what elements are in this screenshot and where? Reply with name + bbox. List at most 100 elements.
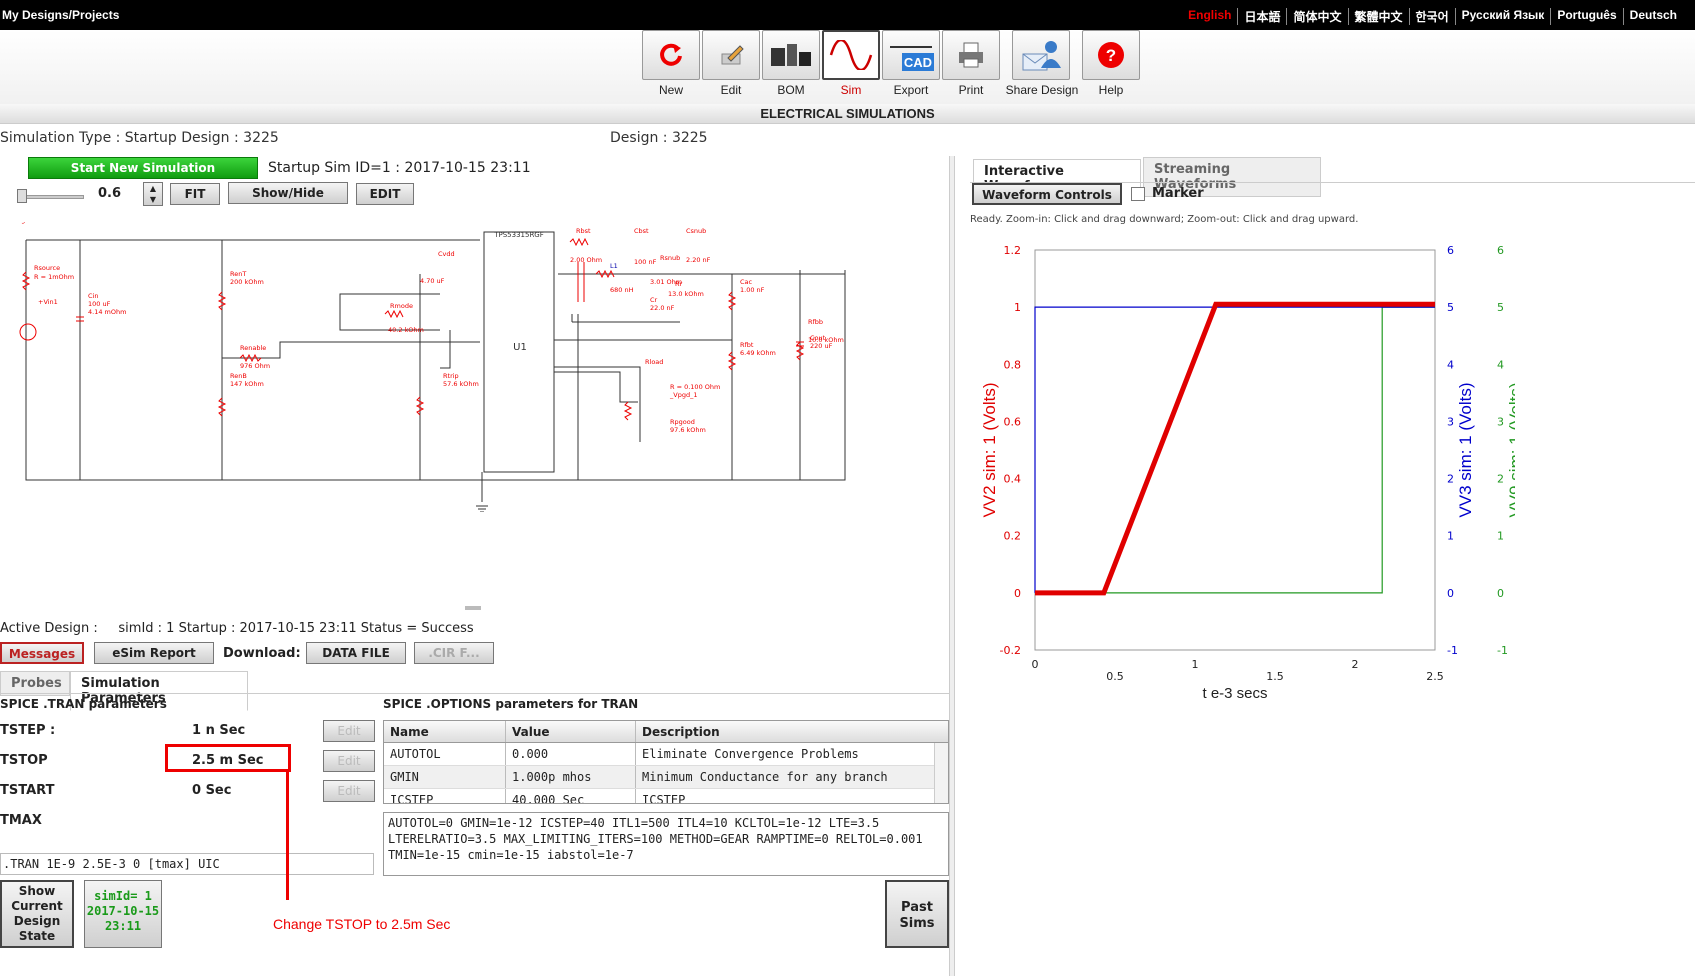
x-tick-label: 0 — [1032, 658, 1039, 671]
table-row[interactable]: AUTOTOL 0.000 Eliminate Convergence Proble… — [384, 743, 948, 766]
edit-schematic-button[interactable]: EDIT — [356, 183, 414, 205]
sine-wave-icon — [829, 40, 873, 70]
messages-button[interactable]: Messages — [0, 642, 84, 664]
marker-checkbox[interactable] — [1131, 187, 1145, 201]
col-description: Description — [642, 725, 720, 739]
y-axis-label: VV9 sim: 1 (Volts) — [1506, 382, 1515, 517]
component-label: Cvdd — [438, 250, 455, 258]
component-label: Rsnub — [660, 254, 680, 262]
fit-button[interactable]: FIT — [170, 183, 220, 205]
tmax-label: TMAX — [0, 813, 42, 828]
table-row[interactable]: ICSTEP 40.000 Sec ICSTEP — [384, 789, 948, 803]
language-link[interactable]: Português — [1550, 8, 1622, 25]
component-label: Rsource — [34, 264, 60, 272]
bom-button[interactable]: BOM — [762, 30, 820, 102]
x-tick-label: 2.5 — [1426, 670, 1444, 683]
show-hide-button[interactable]: Show/Hide — [228, 182, 348, 204]
y-tick-label: 0 — [1447, 587, 1454, 600]
esim-report-button[interactable]: eSim Report — [94, 642, 214, 664]
tstart-value[interactable]: 0 Sec — [192, 783, 231, 798]
component-label: 22.0 nF — [650, 304, 675, 312]
pencil-icon — [721, 45, 744, 65]
past-sims-button[interactable]: Past Sims — [885, 880, 949, 948]
zoom-slider-handle[interactable] — [17, 189, 27, 203]
zoom-slider[interactable] — [17, 189, 84, 203]
tran-line-field[interactable]: .TRAN 1E-9 2.5E-3 0 [tmax] UIC — [0, 853, 374, 875]
page-title: ELECTRICAL SIMULATIONS — [0, 104, 1695, 124]
y-tick-label: 3 — [1497, 415, 1504, 428]
new-button[interactable]: New — [642, 30, 700, 102]
component-label: 200 kOhm — [230, 278, 264, 286]
language-link[interactable]: 繁體中文 — [1347, 8, 1409, 25]
component-label: 220 uF — [810, 342, 833, 350]
annotation-line — [286, 772, 289, 900]
language-link[interactable]: Deutsch — [1622, 8, 1683, 25]
col-name: Name — [384, 721, 506, 742]
y-axis-label: VV3 sim: 1 (Volts) — [1456, 382, 1475, 517]
tstart-edit-button[interactable]: Edit — [323, 780, 375, 802]
panel-splitter[interactable] — [949, 156, 955, 976]
y-tick-label: 5 — [1497, 301, 1504, 314]
waveform-chart[interactable]: 0 0.5 1 1.5 2 2.5 t e-3 secs -0.2 0 0.2 0.4 0.6 0.8 1… — [975, 235, 1515, 715]
marker-label: Marker — [1152, 186, 1204, 201]
splitter-handle[interactable] — [465, 606, 481, 610]
cad-icon: CAD — [890, 46, 934, 71]
y-tick-label: 0.4 — [1004, 473, 1022, 486]
language-link[interactable]: 日本語 — [1237, 8, 1286, 25]
language-link[interactable]: 한국어 — [1408, 8, 1455, 25]
zoom-stepper[interactable]: ▲ ▼ — [143, 182, 163, 206]
y-tick-label: 1 — [1447, 530, 1454, 543]
cir-file-button[interactable]: .CIR F... — [414, 642, 494, 664]
x-tick-label: 2 — [1352, 658, 1359, 671]
start-simulation-button[interactable]: Start New Simulation — [28, 157, 258, 179]
language-link[interactable]: 简体中文 — [1286, 8, 1347, 25]
component-label: Rmode — [390, 302, 413, 310]
design-id: Design : 3225 — [610, 130, 708, 146]
chip-ref: U1 — [513, 342, 527, 353]
options-table-scrollbar[interactable] — [934, 743, 948, 803]
options-text-area[interactable]: AUTOTOL=0 GMIN=1e-12 ICSTEP=40 ITL1=500 … — [383, 812, 949, 876]
x-tick-label: 1.5 — [1266, 670, 1284, 683]
waveform-controls-button[interactable]: Waveform Controls — [972, 183, 1122, 205]
component-label: 2.00 Ohm — [570, 256, 602, 264]
x-tick-label: 1 — [1192, 658, 1199, 671]
language-link[interactable]: Русский Язык — [1454, 8, 1551, 25]
options-heading: SPICE .OPTIONS parameters for TRAN — [383, 697, 639, 711]
data-file-button[interactable]: DATA FILE — [306, 642, 406, 664]
sim-id-label: Startup Sim ID=1 : 2017-10-15 23:11 — [268, 160, 531, 176]
component-label: Cac — [740, 278, 753, 286]
language-link[interactable]: English — [1182, 8, 1237, 25]
component-label: 13.0 kOhm — [668, 290, 704, 298]
component-label: 57.6 kOhm — [443, 380, 479, 388]
y-tick-label: 0.6 — [1004, 415, 1022, 428]
schematic-canvas[interactable]: TPS53315RGF U1 RsourceR = 1mOhm+Vin1Cin1… — [10, 222, 870, 512]
projects-link[interactable]: My Designs/Projects — [2, 8, 119, 22]
print-button[interactable]: Print — [942, 30, 1000, 102]
component-label: Csnub — [686, 227, 706, 235]
help-button[interactable]: ? Help — [1082, 30, 1140, 102]
y-tick-label: 6 — [1447, 244, 1454, 257]
tstep-edit-button[interactable]: Edit — [323, 720, 375, 742]
component-label: 976 Ohm — [240, 362, 270, 370]
tstop-edit-button[interactable]: Edit — [323, 750, 375, 772]
component-label: 147 kOhm — [230, 380, 264, 388]
y-tick-label: 1 — [1497, 530, 1504, 543]
component-label: Cout — [810, 334, 826, 342]
tstep-value[interactable]: 1 n Sec — [192, 723, 245, 738]
sim-button[interactable]: Sim — [822, 30, 880, 102]
show-design-state-button[interactable]: Show Current Design State — [0, 880, 74, 948]
component-label: Cin — [88, 292, 98, 300]
chart-status: Ready. Zoom-in: Click and drag downward;… — [970, 214, 1359, 225]
share-user-icon — [1022, 41, 1061, 71]
tstop-label: TSTOP — [0, 753, 48, 768]
component-label: _Vpgd_1 — [669, 391, 697, 399]
share-design-button[interactable]: Share Design — [1006, 30, 1078, 102]
component-label: 97.6 kOhm — [670, 426, 706, 434]
simulation-type: Simulation Type : Startup Design : 3225 — [0, 130, 279, 146]
edit-button[interactable]: Edit — [702, 30, 760, 102]
sim-id-button[interactable]: simId= 1 2017-10-15 23:11 — [84, 880, 162, 948]
x-tick-label: 0.5 — [1106, 670, 1124, 683]
export-button[interactable]: CAD Export — [882, 30, 940, 102]
help-icon: ? — [1098, 42, 1124, 68]
table-row[interactable]: GMIN 1.000p mhos Minimum Conductance for a… — [384, 766, 948, 789]
